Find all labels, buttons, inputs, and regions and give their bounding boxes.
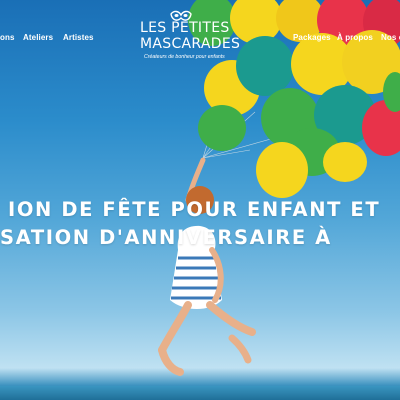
hero-headline: ION DE FÊTE POUR ENFANT ET SATION D'ANNI… bbox=[0, 196, 400, 252]
nav-link-left-1[interactable]: ons bbox=[0, 33, 15, 42]
nav-link-a-propos[interactable]: À propos bbox=[337, 33, 373, 42]
nav-link-nos[interactable]: Nos c bbox=[381, 33, 400, 42]
site-logo[interactable]: LES PETITES MASCARADES Créateurs de bonh… bbox=[136, 10, 240, 62]
logo-text-line1: LES PETITES bbox=[140, 20, 230, 36]
logo-tagline: Créateurs de bonheur pour enfants bbox=[144, 54, 225, 60]
hero-headline-line1: ION DE FÊTE POUR ENFANT ET bbox=[8, 198, 381, 221]
sea-horizon bbox=[0, 386, 400, 400]
logo-text-line2: MASCARADES bbox=[140, 36, 241, 52]
nav-link-ateliers[interactable]: Ateliers bbox=[23, 33, 53, 42]
nav-link-artistes[interactable]: Artistes bbox=[63, 33, 94, 42]
nav-link-packages[interactable]: Packages bbox=[293, 33, 331, 42]
main-navigation: ons Ateliers Artistes Packages À propos … bbox=[0, 0, 400, 72]
hero-headline-line2: SATION D'ANNIVERSAIRE À bbox=[0, 226, 332, 249]
